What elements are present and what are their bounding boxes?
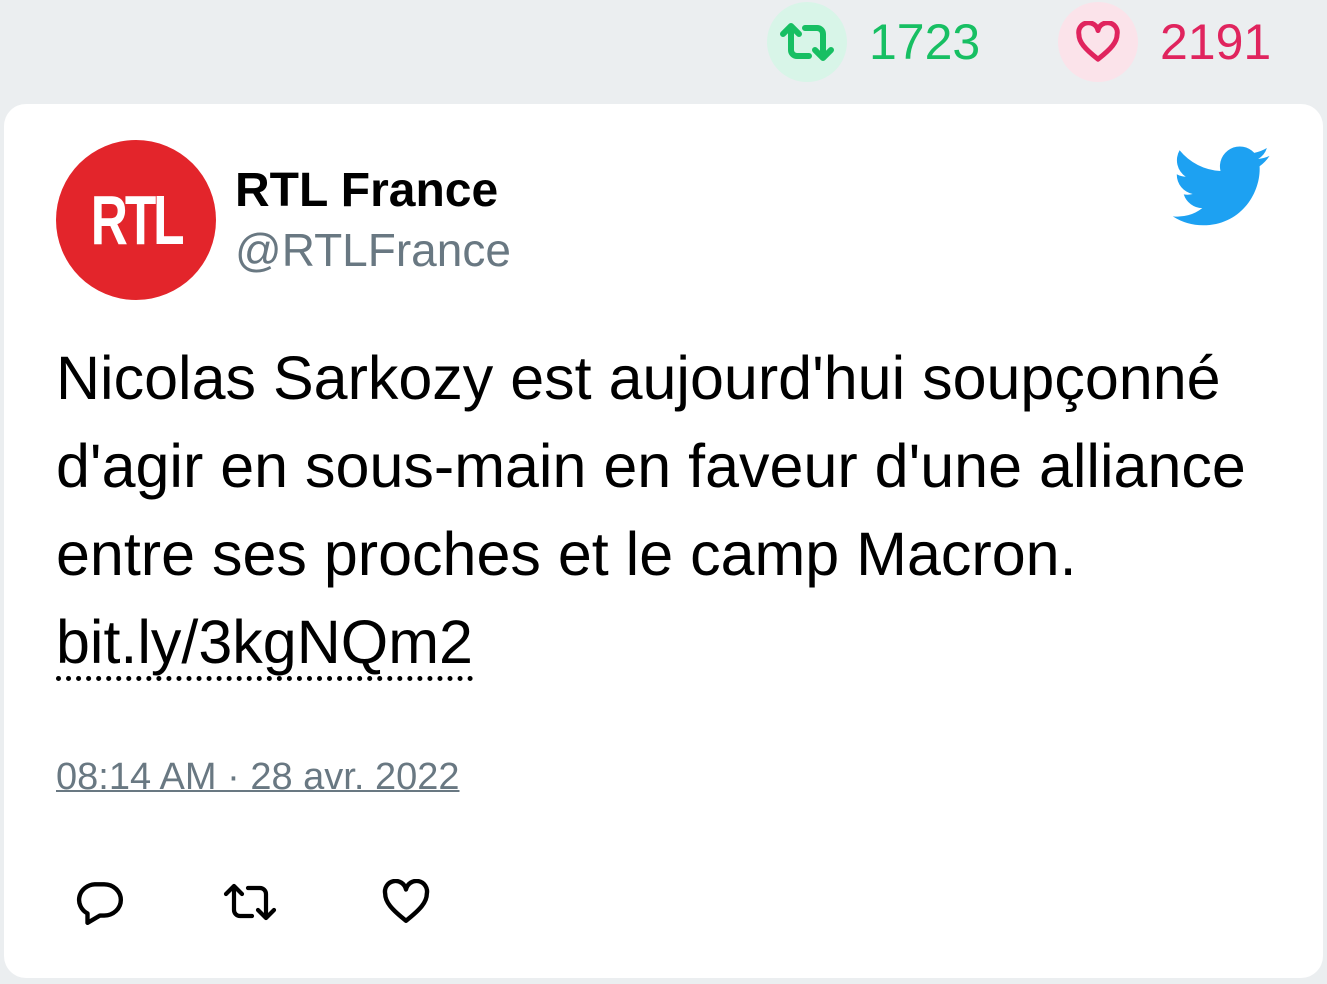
like-count: 2191 [1160, 14, 1272, 70]
tweet-text: Nicolas Sarkozy est aujourd'hui soupçonn… [56, 334, 1276, 686]
tweet-card: RTL RTL France @RTLFrance Nicolas Sarkoz… [4, 104, 1323, 978]
engagement-stats: 1723 2191 [0, 0, 1327, 96]
twitter-bird-icon[interactable] [1172, 146, 1272, 228]
heart-icon [1058, 2, 1138, 82]
retweet-stat: 1723 [767, 2, 980, 82]
author-name[interactable]: RTL France [235, 162, 511, 220]
retweet-count: 1723 [869, 14, 981, 70]
tweet-body: Nicolas Sarkozy est aujourd'hui soupçonn… [56, 344, 1246, 588]
tweet-actions [4, 874, 1323, 934]
retweet-icon [767, 2, 847, 82]
reply-icon [76, 882, 124, 926]
tweet-link[interactable]: bit.ly/3kgNQm2 [56, 608, 473, 681]
like-icon [382, 879, 430, 923]
retweet-icon [223, 883, 277, 921]
like-button[interactable] [378, 874, 434, 930]
author-handle[interactable]: @RTLFrance [235, 222, 511, 280]
like-stat: 2191 [1058, 2, 1271, 82]
tweet-timestamp[interactable]: 08:14 AM · 28 avr. 2022 [56, 756, 460, 799]
retweet-button[interactable] [222, 874, 278, 930]
author-block[interactable]: RTL France @RTLFrance [235, 162, 511, 279]
reply-button[interactable] [72, 874, 128, 930]
avatar[interactable]: RTL [56, 140, 216, 300]
avatar-logo: RTL [90, 181, 185, 259]
